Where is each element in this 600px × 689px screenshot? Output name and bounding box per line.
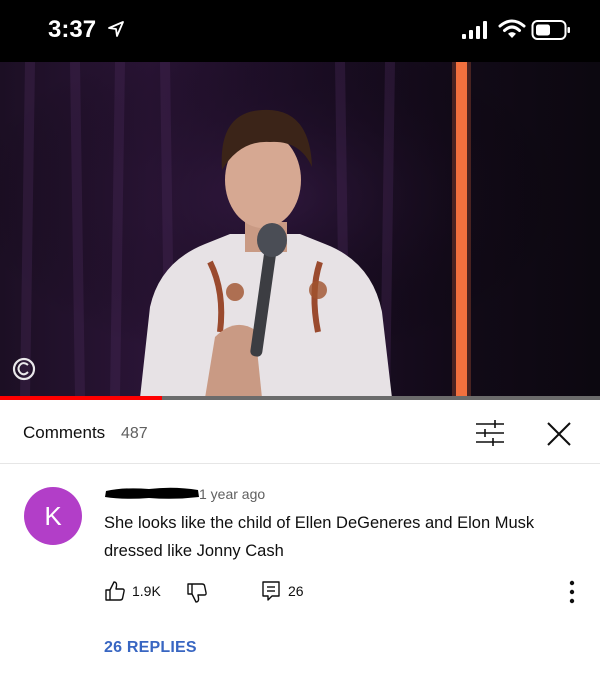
reply-count: 26 [288,583,304,599]
battery-icon [531,20,570,40]
comments-header: Comments 487 [0,400,600,464]
location-arrow-icon [108,21,124,37]
reply-button[interactable]: 26 [260,580,320,604]
thumbs-down-icon[interactable] [186,582,208,604]
wifi-icon [498,19,526,38]
avatar[interactable]: K [24,487,82,545]
comment-timestamp: 1 year ago [199,486,266,502]
reply-comment-icon [262,581,280,601]
video-player[interactable] [0,62,600,398]
view-replies-link[interactable]: 26 REPLIES [104,639,197,657]
close-icon[interactable] [544,419,574,449]
status-time: 3:37 [48,16,97,43]
thumbs-up-icon [105,581,125,601]
video-frame [0,62,600,398]
filter-sliders-icon[interactable] [474,419,506,447]
status-bar: 3:37 [0,0,600,62]
comment-text: She looks like the child of Ellen DeGene… [104,514,535,560]
more-options-icon[interactable] [562,578,582,606]
author-name-redacted [105,487,199,499]
like-count: 1.9K [132,583,161,599]
comment-item: K 1 year ago She looks like the child of… [0,465,600,689]
comments-count: 487 [121,425,148,442]
like-button[interactable]: 1.9K [104,580,174,604]
comments-title: Comments [23,423,106,442]
signal-icon [462,21,487,39]
